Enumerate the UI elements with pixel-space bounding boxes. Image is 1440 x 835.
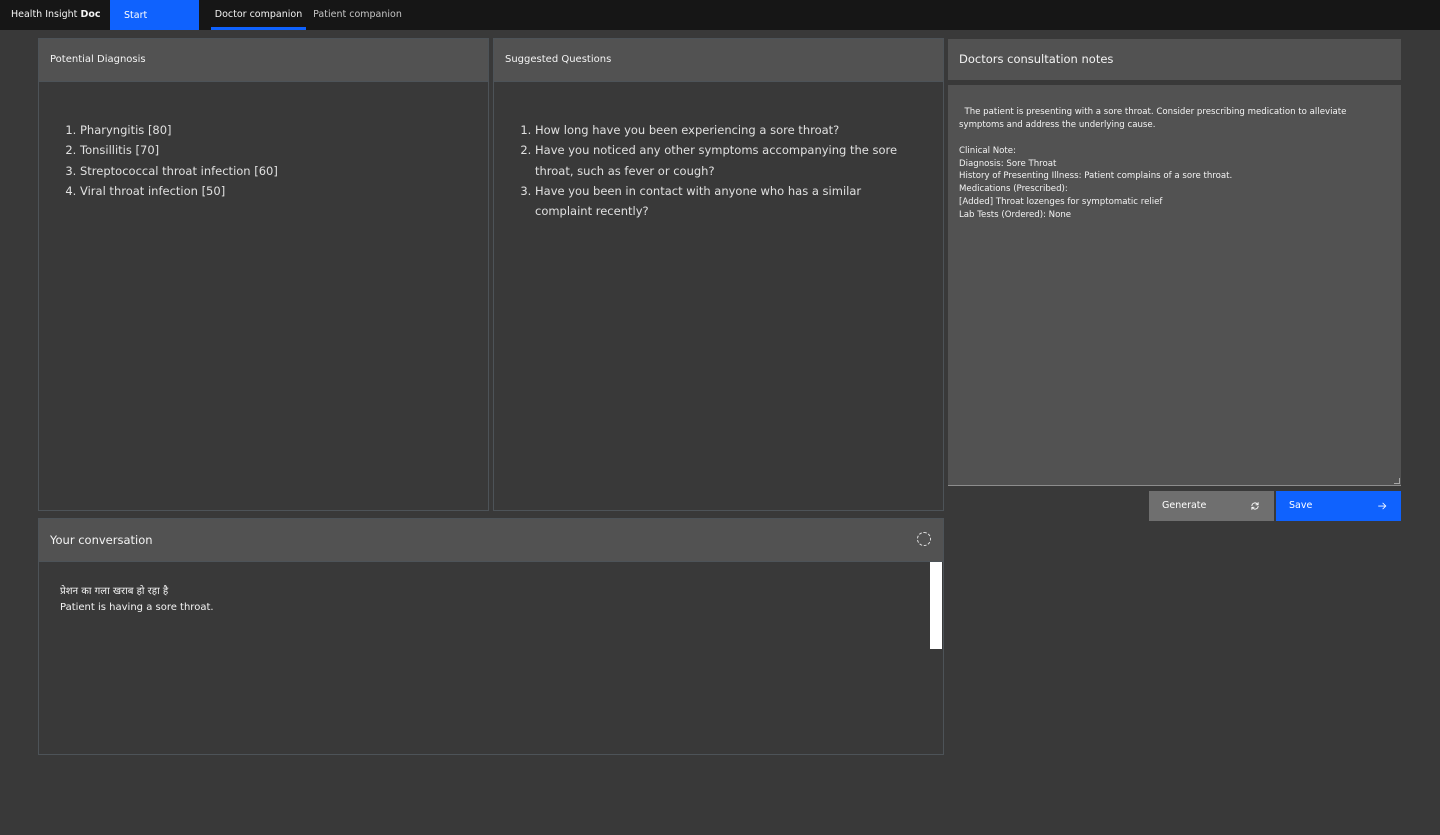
diagnosis-panel-body: Pharyngitis [80] Tonsillitis [70] Strept… [39,81,488,510]
question-item: How long have you been experiencing a so… [535,120,908,140]
question-item: Have you noticed any other symptoms acco… [535,140,908,181]
conversation-scrollbar[interactable] [930,562,942,649]
loading-spinner-icon [917,532,931,546]
generate-button[interactable]: Generate [1149,491,1274,521]
questions-panel: Suggested Questions How long have you be… [493,38,944,511]
brand-suffix: Doc [80,9,101,20]
translated-utterance: Patient is having a sore throat. [60,601,214,613]
brand-prefix: Health Insight [11,9,78,20]
diagnosis-list: Pharyngitis [80] Tonsillitis [70] Strept… [80,120,458,201]
conversation-body: प्रेशन का गला खराब हो रहा है Patient is … [39,561,943,754]
arrow-right-icon [1377,491,1387,521]
notes-panel-title: Doctors consultation notes [948,39,1401,80]
diagnosis-item: Streptococcal throat infection [60] [80,161,458,181]
sync-icon [1250,491,1260,521]
diagnosis-panel-title: Potential Diagnosis [39,39,488,81]
resize-handle-icon[interactable] [1394,478,1400,484]
save-button[interactable]: Save [1276,491,1401,521]
original-utterance: प्रेशन का गला खराब हो रहा है [60,586,169,597]
conversation-panel: Your conversation प्रेशन का गला खराब हो … [38,518,944,755]
start-button[interactable]: Start [110,0,199,30]
notes-text: The patient is presenting with a sore th… [959,106,1347,221]
top-navigation-bar: Health Insight Doc Start Doctor companio… [0,0,1440,30]
conversation-transcript: प्रेशन का गला खराब हो रहा है Patient is … [60,584,214,615]
tab-patient-companion[interactable]: Patient companion [310,0,405,30]
diagnosis-item: Pharyngitis [80] [80,120,458,140]
questions-panel-body: How long have you been experiencing a so… [494,81,943,510]
save-button-label: Save [1289,500,1313,511]
tab-doctor-companion[interactable]: Doctor companion [211,0,306,30]
diagnosis-item: Viral throat infection [50] [80,181,458,201]
diagnosis-item: Tonsillitis [70] [80,140,458,160]
app-brand: Health Insight Doc [11,0,100,30]
consultation-notes-textarea[interactable]: The patient is presenting with a sore th… [948,85,1401,486]
diagnosis-panel: Potential Diagnosis Pharyngitis [80] Ton… [38,38,489,511]
conversation-panel-title: Your conversation [39,519,943,561]
questions-list: How long have you been experiencing a so… [535,120,908,221]
questions-panel-title: Suggested Questions [494,39,943,81]
question-item: Have you been in contact with anyone who… [535,181,908,222]
generate-button-label: Generate [1162,500,1207,511]
